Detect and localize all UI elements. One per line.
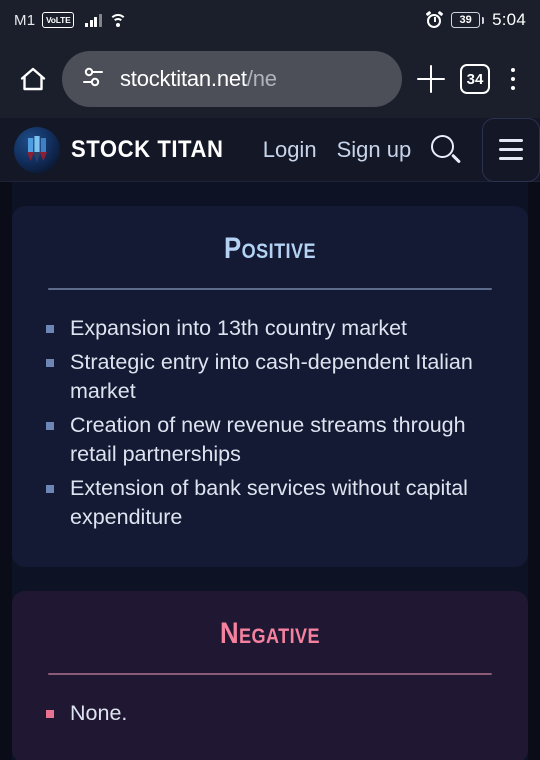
- positive-card-title: Positive: [224, 232, 316, 265]
- battery-tip: [481, 16, 485, 24]
- volte-badge: VoLTE: [42, 12, 75, 28]
- clock-label: 5:04: [492, 10, 526, 29]
- site-header: STOCK TITAN Login Sign up: [0, 117, 540, 182]
- nav-signup-link[interactable]: Sign up: [337, 137, 412, 163]
- url-text[interactable]: stocktitan.net/ne: [120, 66, 277, 92]
- brand-label[interactable]: STOCK TITAN: [71, 136, 223, 164]
- positive-card: Positive Expansion into 13th country mar…: [12, 206, 528, 567]
- wifi-icon: [108, 13, 127, 27]
- status-bar-left: M1 VoLTE: [14, 12, 127, 29]
- negative-points-list: None.: [36, 699, 504, 728]
- list-item: Strategic entry into cash-dependent Ital…: [46, 348, 504, 406]
- url-path: /ne: [246, 66, 277, 91]
- page-content: Positive Expansion into 13th country mar…: [0, 182, 540, 760]
- home-icon[interactable]: [16, 62, 50, 96]
- tune-icon[interactable]: [80, 64, 106, 95]
- stock-titan-logo-icon[interactable]: [14, 126, 60, 173]
- tab-count-button[interactable]: 34: [460, 64, 490, 94]
- url-host: stocktitan.net: [120, 66, 247, 91]
- list-item: Extension of bank services without capit…: [46, 474, 504, 532]
- status-bar-right: 39 5:04: [425, 10, 526, 30]
- hamburger-menu-icon[interactable]: [482, 117, 540, 182]
- android-status-bar: M1 VoLTE 39 5:04: [0, 0, 540, 40]
- list-item: Creation of new revenue streams through …: [46, 411, 504, 469]
- battery-indicator: 39: [451, 12, 485, 28]
- carrier-label: M1: [14, 11, 36, 29]
- negative-card-title: Negative: [219, 617, 321, 650]
- browser-toolbar: stocktitan.net/ne 34: [0, 40, 540, 118]
- negative-card: Negative None.: [12, 591, 528, 760]
- site-nav: Login Sign up: [263, 137, 411, 163]
- nav-login-link[interactable]: Login: [263, 137, 317, 163]
- list-item: None.: [46, 699, 504, 728]
- alarm-clock-icon: [425, 10, 444, 29]
- search-icon[interactable]: [429, 133, 463, 167]
- positive-card-divider: [48, 288, 492, 290]
- signal-bars-icon: [85, 13, 102, 27]
- negative-card-divider: [48, 673, 492, 675]
- list-item: Expansion into 13th country market: [46, 314, 504, 343]
- battery-percent-label: 39: [451, 12, 481, 28]
- plus-icon[interactable]: [414, 62, 448, 96]
- address-bar[interactable]: stocktitan.net/ne: [62, 51, 402, 107]
- kebab-menu-icon[interactable]: [502, 62, 524, 96]
- positive-points-list: Expansion into 13th country market Strat…: [36, 314, 504, 532]
